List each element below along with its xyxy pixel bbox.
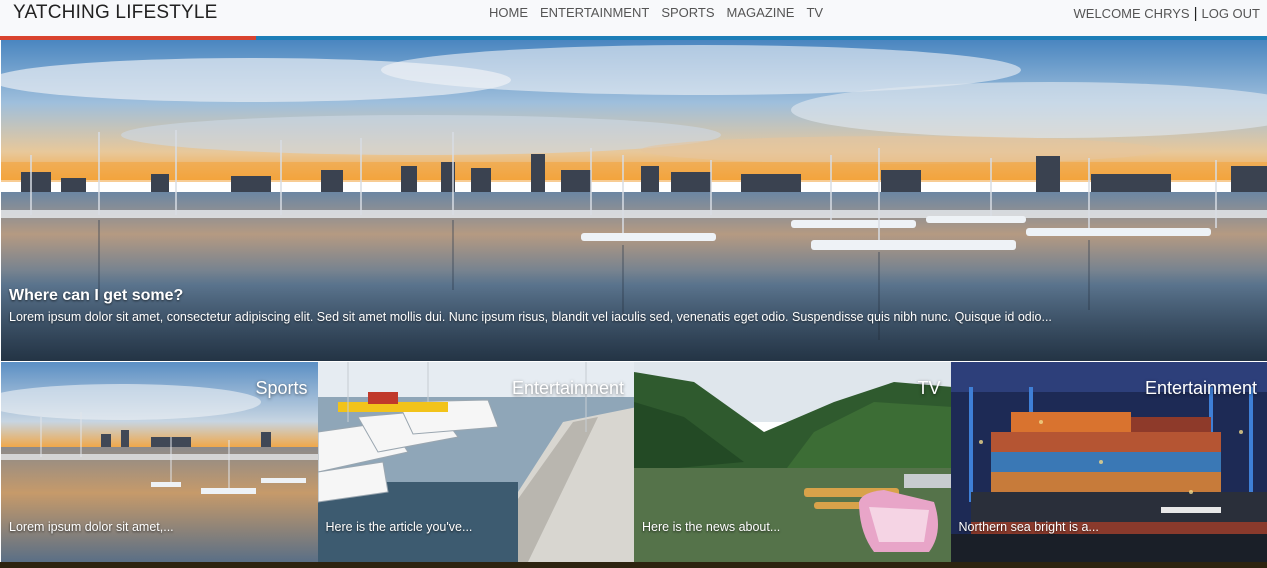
user-menu-separator: | bbox=[1193, 5, 1198, 22]
card-entertainment[interactable]: Entertainment Here is the article you've… bbox=[317, 362, 634, 562]
hero-excerpt: Lorem ipsum dolor sit amet, consectetur … bbox=[9, 310, 1052, 324]
card-sports[interactable]: Sports Lorem ipsum dolor sit amet,... bbox=[1, 362, 318, 562]
nav-tv[interactable]: TV bbox=[806, 5, 823, 20]
nav-home[interactable]: HOME bbox=[489, 5, 528, 20]
nav-sports[interactable]: SPORTS bbox=[661, 5, 714, 20]
main-nav: HOME ENTERTAINMENT SPORTS MAGAZINE TV bbox=[489, 5, 823, 20]
logout-link[interactable]: LOG OUT bbox=[1201, 6, 1260, 21]
card-category-label: Entertainment bbox=[511, 378, 624, 398]
hero-banner[interactable]: Where can I get some? Lorem ipsum dolor … bbox=[1, 40, 1267, 361]
card-excerpt: Lorem ipsum dolor sit amet,... bbox=[9, 520, 174, 534]
card-entertainment-2[interactable]: Entertainment Northern sea bright is a..… bbox=[950, 362, 1267, 562]
hero-title[interactable]: Where can I get some? bbox=[9, 287, 183, 305]
card-category-label: Entertainment bbox=[1144, 378, 1257, 398]
top-navbar: YATCHING LIFESTYLE HOME ENTERTAINMENT SP… bbox=[0, 0, 1267, 36]
nav-entertainment[interactable]: ENTERTAINMENT bbox=[540, 5, 649, 20]
card-excerpt: Northern sea bright is a... bbox=[958, 520, 1099, 534]
card-excerpt: Here is the news about... bbox=[642, 520, 781, 534]
brand-logo[interactable]: YATCHING LIFESTYLE bbox=[13, 2, 218, 24]
card-tv[interactable]: TV Here is the news about... bbox=[634, 362, 951, 562]
card-category-label: TV bbox=[917, 378, 941, 398]
welcome-user-link[interactable]: WELCOME CHRYS bbox=[1074, 6, 1190, 21]
card-category-label: Sports bbox=[255, 378, 308, 398]
nav-magazine[interactable]: MAGAZINE bbox=[727, 5, 795, 20]
user-menu: WELCOME CHRYS | LOG OUT bbox=[1074, 5, 1260, 22]
category-cards: Sports Lorem ipsum dolor sit amet,... En… bbox=[1, 362, 1267, 562]
footer-bar bbox=[0, 562, 1267, 568]
card-excerpt: Here is the article you've... bbox=[325, 520, 473, 534]
